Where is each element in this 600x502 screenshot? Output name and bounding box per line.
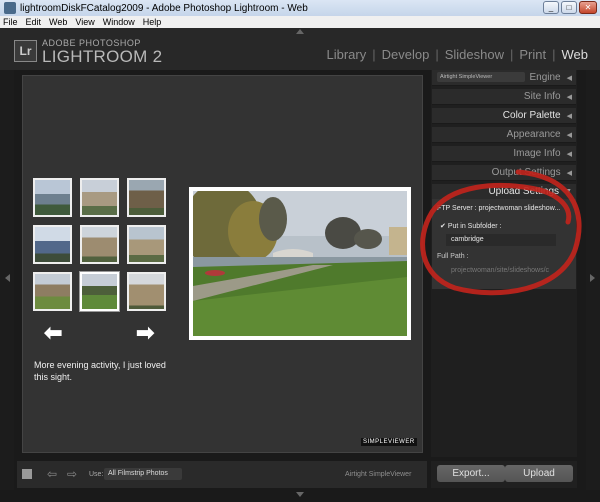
gallery-thumbnail[interactable] xyxy=(80,225,119,264)
gallery-thumbnail[interactable] xyxy=(80,178,119,217)
image-caption: More evening activity, I just loved this… xyxy=(34,360,166,382)
collapsed-triangle-icon: ◀ xyxy=(566,150,572,158)
simpleviewer-badge: SIMPLEVIEWER xyxy=(361,438,417,446)
use-label: Use: xyxy=(89,471,104,478)
gallery-thumbnail-selected[interactable] xyxy=(80,272,119,311)
collapsed-triangle-icon: ◀ xyxy=(566,112,572,120)
panel-color-palette[interactable]: Color Palette ◀ xyxy=(432,108,576,124)
module-develop[interactable]: Develop xyxy=(382,47,430,62)
subfolder-checkbox-row[interactable]: ✔ Put in Subfolder : xyxy=(440,222,502,230)
panel-image-info[interactable]: Image Info ◀ xyxy=(432,146,576,162)
collapsed-triangle-icon: ◀ xyxy=(566,169,572,177)
app-icon xyxy=(4,2,16,14)
menu-view[interactable]: View xyxy=(75,17,94,27)
menu-window[interactable]: Window xyxy=(103,17,135,27)
maximize-button[interactable]: □ xyxy=(561,1,577,14)
gallery-thumbnail[interactable] xyxy=(127,225,166,264)
gallery-thumbnail[interactable] xyxy=(33,178,72,217)
panel-image-info-label: Image Info xyxy=(513,148,561,159)
engine-select[interactable]: Airtight SimpleViewer xyxy=(437,72,525,82)
menu-help[interactable]: Help xyxy=(143,17,162,27)
gallery-thumbnail[interactable] xyxy=(33,272,72,311)
lightroom-logo: Lr xyxy=(14,40,37,62)
expanded-triangle-icon: ▼ xyxy=(565,188,572,195)
menu-bar: File Edit Web View Window Help xyxy=(0,16,600,28)
panel-output-settings-label: Output Settings xyxy=(491,167,561,178)
brand-big: LIGHTROOM 2 xyxy=(42,47,163,66)
forward-arrow-icon[interactable]: ⇨ xyxy=(67,467,77,481)
checkbox-check-icon[interactable]: ✔ xyxy=(440,223,446,230)
menu-web[interactable]: Web xyxy=(49,17,67,27)
use-select[interactable]: All Filmstrip Photos xyxy=(104,468,182,480)
upload-button[interactable]: Upload xyxy=(505,465,573,482)
module-picker: Library | Develop | Slideshow | Print | … xyxy=(326,47,588,62)
menu-edit[interactable]: Edit xyxy=(26,17,42,27)
module-library[interactable]: Library xyxy=(326,47,366,62)
window-titlebar: lightroomDiskFCatalog2009 - Adobe Photos… xyxy=(0,0,600,16)
next-image-icon[interactable]: ➡ xyxy=(136,322,154,344)
subfolder-label: Put in Subfolder : xyxy=(447,223,502,230)
back-arrow-icon[interactable]: ⇦ xyxy=(47,467,57,481)
panel-appearance-label: Appearance xyxy=(506,129,561,140)
export-button[interactable]: Export... xyxy=(437,465,505,482)
collapse-top-panel-icon[interactable] xyxy=(296,29,304,34)
window-controls: _ □ ✕ xyxy=(543,1,597,14)
panel-upload-settings-label: Upload Settings xyxy=(488,186,560,197)
collapsed-triangle-icon: ◀ xyxy=(566,131,572,139)
module-slideshow[interactable]: Slideshow xyxy=(445,47,504,62)
panel-site-info[interactable]: Site Info ◀ xyxy=(432,89,576,105)
previous-image-icon[interactable]: ⬅ xyxy=(44,322,62,344)
close-button[interactable]: ✕ xyxy=(579,1,597,14)
main-photo-image xyxy=(193,191,407,336)
module-print[interactable]: Print xyxy=(519,47,546,62)
main-photo xyxy=(189,187,411,340)
menu-file[interactable]: File xyxy=(3,17,18,27)
panel-upload-settings[interactable]: Upload Settings ▼ xyxy=(432,184,576,200)
full-path-value: projectwoman/site/slideshows/c xyxy=(451,267,550,274)
subfolder-input[interactable]: cambridge xyxy=(446,234,556,246)
expand-left-panel-icon[interactable] xyxy=(5,274,10,282)
current-engine-label: Airtight SimpleViewer xyxy=(345,471,412,478)
panel-appearance[interactable]: Appearance ◀ xyxy=(432,127,576,143)
minimize-button[interactable]: _ xyxy=(543,1,559,14)
grid-view-icon[interactable] xyxy=(22,469,32,479)
ftp-server-label: FTP Server : xyxy=(437,205,479,212)
panel-engine-label: Engine xyxy=(529,72,561,83)
ftp-server-row[interactable]: FTP Server : projectwoman slideshow... xyxy=(437,205,560,212)
panel-color-palette-label: Color Palette xyxy=(502,110,561,121)
full-path-label: Full Path : xyxy=(437,253,469,260)
panel-output-settings[interactable]: Output Settings ◀ xyxy=(432,165,576,181)
gallery-thumbnail[interactable] xyxy=(127,272,166,311)
collapsed-triangle-icon: ◀ xyxy=(566,93,572,101)
module-web[interactable]: Web xyxy=(562,47,589,62)
expand-filmstrip-icon[interactable] xyxy=(296,492,304,497)
window-title: lightroomDiskFCatalog2009 - Adobe Photos… xyxy=(20,2,308,14)
collapsed-triangle-icon: ◀ xyxy=(566,74,572,82)
gallery-thumbnail[interactable] xyxy=(127,178,166,217)
panel-site-info-label: Site Info xyxy=(523,91,561,102)
collapse-right-panel-icon[interactable] xyxy=(590,274,595,282)
gallery-thumbnail[interactable] xyxy=(33,225,72,264)
ftp-server-value[interactable]: projectwoman slideshow... xyxy=(479,205,561,212)
